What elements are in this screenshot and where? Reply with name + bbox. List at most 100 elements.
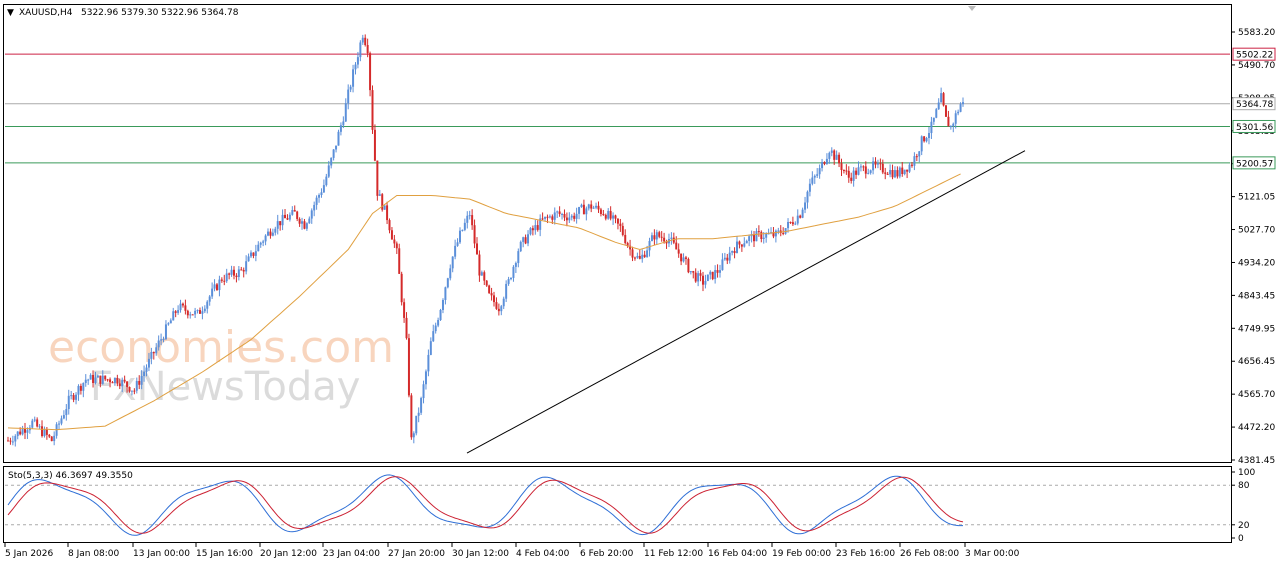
candle-body [599, 209, 602, 214]
candle-body [461, 229, 464, 231]
candle-body [420, 398, 423, 413]
candle-body [279, 221, 282, 226]
candle-body [709, 271, 712, 275]
candle-body [884, 172, 887, 174]
candle-body [400, 273, 403, 303]
candle-body [524, 237, 527, 244]
candle-body [99, 375, 102, 384]
candle-body [889, 169, 892, 175]
candle-body [332, 149, 335, 158]
candle-body [315, 197, 318, 205]
candle-body [325, 176, 328, 186]
candle-body [636, 255, 639, 258]
candle-body [439, 309, 442, 320]
candle-body [940, 93, 943, 103]
collapse-triangle-icon[interactable]: ▼ [7, 8, 14, 18]
candle-body [247, 256, 250, 262]
candle-body [130, 390, 133, 392]
candle-body [830, 150, 833, 153]
trendline[interactable] [466, 150, 1026, 454]
price-tick-label: 5583.20 [1238, 28, 1275, 38]
candle-body [106, 379, 109, 381]
candle-body [949, 126, 952, 128]
candle-body [291, 210, 294, 215]
candle-body [575, 213, 578, 219]
candle-body [62, 415, 65, 419]
candle-body [235, 275, 238, 278]
candle-body [347, 89, 350, 104]
stoch-axis: 100 80 20 0 [1231, 468, 1255, 544]
candle-body [864, 166, 867, 174]
candle-body [573, 215, 576, 219]
candle-body [172, 311, 175, 321]
candle-body [361, 37, 364, 43]
candle-body [133, 390, 136, 392]
candle-body [794, 223, 797, 225]
candle-body [26, 430, 29, 433]
candle-body [869, 170, 872, 173]
candle-body [614, 215, 617, 219]
time-tick-label: 3 Mar 00:00 [965, 549, 1020, 559]
candle-body [879, 163, 882, 165]
candle-body [563, 213, 566, 218]
candle-body [466, 215, 469, 223]
candle-body [682, 257, 685, 262]
stoch-panel-frame [3, 466, 1232, 543]
candle-body [92, 374, 95, 383]
candle-body [585, 208, 588, 215]
price-level-tag-label: 5502.22 [1236, 51, 1273, 61]
candle-body [298, 218, 301, 224]
candle-body [551, 216, 554, 220]
candle-body [327, 165, 330, 177]
candle-body [41, 426, 44, 437]
candle-body [804, 202, 807, 210]
candle-body [223, 280, 226, 282]
candle-body [257, 244, 260, 252]
candle-body [886, 173, 889, 175]
time-tick-label: 4 Feb 04:00 [516, 549, 570, 559]
time-tick-label: 23 Feb 16:00 [836, 549, 895, 559]
candle-body [621, 225, 624, 235]
candle-body [743, 243, 746, 247]
candle-body [701, 275, 704, 285]
candle-body [697, 273, 700, 282]
candle-body [366, 44, 369, 54]
candle-body [862, 166, 865, 168]
candle-body [147, 358, 150, 368]
candle-body [121, 379, 124, 387]
candle-body [558, 211, 561, 215]
candle-body [113, 377, 116, 384]
candle-body [699, 273, 702, 276]
candle-body [140, 376, 143, 385]
candle-body [876, 163, 879, 165]
scroll-marker-icon[interactable] [968, 6, 976, 11]
candle-body [220, 279, 223, 281]
time-tick-label: 15 Jan 16:00 [196, 549, 253, 559]
candle-body [303, 221, 306, 229]
candle-body [624, 234, 627, 244]
candle-body [376, 160, 379, 196]
candle-body [753, 234, 756, 242]
candle-body [337, 131, 340, 146]
candle-body [619, 223, 622, 226]
stoch-tick-label: 0 [1238, 534, 1244, 544]
candle-body [782, 232, 785, 234]
candle-body [906, 169, 909, 172]
candle-body [616, 218, 619, 224]
candle-body [254, 251, 257, 256]
candle-body [570, 215, 573, 218]
candle-body [901, 167, 904, 175]
candle-body [169, 320, 172, 324]
candle-body [313, 204, 316, 211]
candle-body [483, 272, 486, 281]
candle-body [529, 228, 532, 235]
candle-body [915, 156, 918, 158]
candle-body [237, 269, 240, 278]
candle-body [471, 215, 474, 226]
candle-body [155, 347, 158, 354]
candle-body [373, 129, 376, 161]
candle-body [816, 174, 819, 176]
candle-body [70, 395, 73, 397]
candle-body [930, 121, 933, 134]
candle-body [213, 284, 216, 289]
